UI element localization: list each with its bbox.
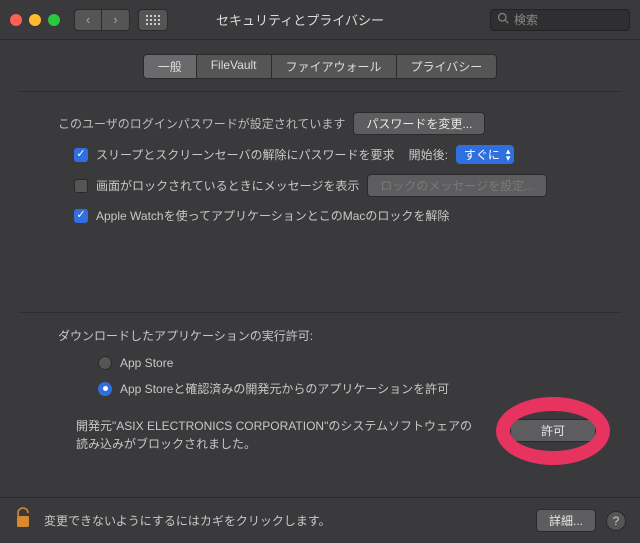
set-lock-message-button[interactable]: ロックのメッセージを設定... [367, 174, 547, 197]
search-field[interactable]: 検索 [490, 9, 630, 31]
radio-appstore-and-identified[interactable] [98, 382, 112, 396]
nav-buttons: ‹ › [74, 9, 130, 31]
titlebar: ‹ › セキュリティとプライバシー 検索 [0, 0, 640, 40]
require-password-delay-select[interactable]: すぐに ▴▾ [456, 145, 515, 164]
show-all-prefs-button[interactable] [138, 9, 168, 31]
search-placeholder: 検索 [514, 11, 538, 28]
radio-appstore-only[interactable] [98, 356, 112, 370]
search-icon [497, 12, 509, 27]
tab-bar: 一般 FileVault ファイアウォール プライバシー [0, 54, 640, 79]
lock-icon[interactable] [14, 507, 34, 535]
lock-message-label: 画面がロックされているときにメッセージを表示 [96, 177, 359, 194]
radio-appstore-only-label: App Store [120, 356, 173, 370]
zoom-window-button[interactable] [48, 14, 60, 26]
tab-general[interactable]: 一般 [143, 54, 197, 79]
tab-privacy[interactable]: プライバシー [397, 54, 498, 79]
footer: 変更できないようにするにはカギをクリックします。 詳細... ? [0, 497, 640, 543]
downloads-panel: ダウンロードしたアプリケーションの実行許可: App Store App Sto… [18, 312, 622, 453]
tab-filevault[interactable]: FileVault [197, 54, 272, 79]
apple-watch-unlock-label: Apple Watchを使ってアプリケーションとこのMacのロックを解除 [96, 207, 449, 224]
allow-button[interactable]: 許可 [510, 419, 596, 442]
chevron-updown-icon: ▴▾ [506, 148, 511, 162]
minimize-window-button[interactable] [29, 14, 41, 26]
apple-watch-unlock-checkbox[interactable]: ✓ [74, 209, 88, 223]
delay-value: すぐに [464, 146, 500, 163]
window-title: セキュリティとプライバシー [216, 10, 384, 29]
downloads-heading: ダウンロードしたアプリケーションの実行許可: [58, 327, 622, 344]
change-password-button[interactable]: パスワードを変更... [353, 112, 485, 135]
lock-message-checkbox[interactable] [74, 179, 88, 193]
general-panel: このユーザのログインパスワードが設定されています パスワードを変更... ✓ ス… [18, 91, 622, 224]
tab-firewall[interactable]: ファイアウォール [272, 54, 397, 79]
after-label: 開始後: [409, 146, 448, 163]
close-window-button[interactable] [10, 14, 22, 26]
radio-appstore-and-identified-label: App Storeと確認済みの開発元からのアプリケーションを許可 [120, 380, 449, 397]
login-password-label: このユーザのログインパスワードが設定されています [58, 115, 345, 132]
forward-button[interactable]: › [102, 9, 130, 31]
lock-hint-label: 変更できないようにするにはカギをクリックします。 [44, 512, 331, 529]
blocked-software-row: 開発元"ASIX ELECTRONICS CORPORATION"のシステムソフ… [76, 417, 604, 453]
require-password-checkbox[interactable]: ✓ [74, 148, 88, 162]
help-button[interactable]: ? [606, 511, 626, 531]
traffic-lights [10, 14, 60, 26]
back-button[interactable]: ‹ [74, 9, 102, 31]
blocked-software-text: 開発元"ASIX ELECTRONICS CORPORATION"のシステムソフ… [76, 417, 476, 453]
advanced-button[interactable]: 詳細... [536, 509, 596, 532]
require-password-label: スリープとスクリーンセーバの解除にパスワードを要求 [96, 146, 395, 163]
